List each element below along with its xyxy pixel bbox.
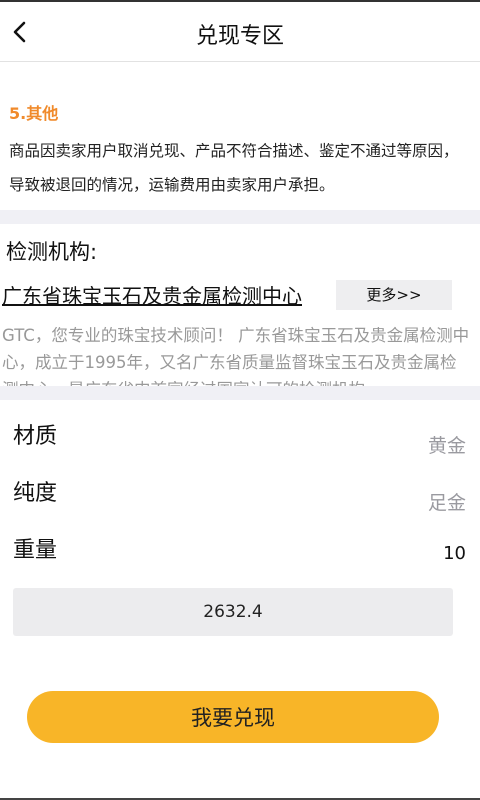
section-divider: [0, 386, 480, 400]
app-header: 兑现专区: [0, 0, 480, 62]
agency-heading: 检测机构:: [6, 240, 98, 264]
testing-agency-section: 检测机构: 广东省珠宝玉石及贵金属检测中心 更多>> GTC，您专业的珠宝技术顾…: [0, 224, 480, 386]
material-label: 材质: [13, 424, 58, 449]
agency-name-link[interactable]: 广东省珠宝玉石及贵金属检测中心: [2, 280, 302, 309]
agency-description: GTC，您专业的珠宝技术顾问！ 广东省珠宝玉石及贵金属检测中心，成立于1995年…: [2, 326, 470, 386]
section-text: 商品因卖家用户取消兑现、产品不符合描述、鉴定不通过等原因，导致被退回的情况，运输…: [9, 142, 459, 194]
redeem-button[interactable]: 我要兑现: [27, 691, 439, 743]
section-title: 5.其他: [9, 104, 59, 123]
redeem-button-label: 我要兑现: [191, 706, 275, 730]
price-value: 2632.4: [203, 602, 263, 622]
page-title: 兑现专区: [195, 24, 284, 49]
more-button[interactable]: 更多>>: [336, 280, 452, 310]
other-terms-section: 5.其他 商品因卖家用户取消兑现、产品不符合描述、鉴定不通过等原因，导致被退回的…: [0, 62, 480, 210]
weight-value: 10: [443, 543, 466, 564]
weight-label: 重量: [13, 538, 58, 563]
material-value: 黄金: [427, 435, 466, 457]
purity-label: 纯度: [13, 481, 58, 506]
price-display: 2632.4: [13, 588, 453, 636]
section-divider: [0, 210, 480, 224]
purity-value: 足金: [427, 492, 466, 514]
